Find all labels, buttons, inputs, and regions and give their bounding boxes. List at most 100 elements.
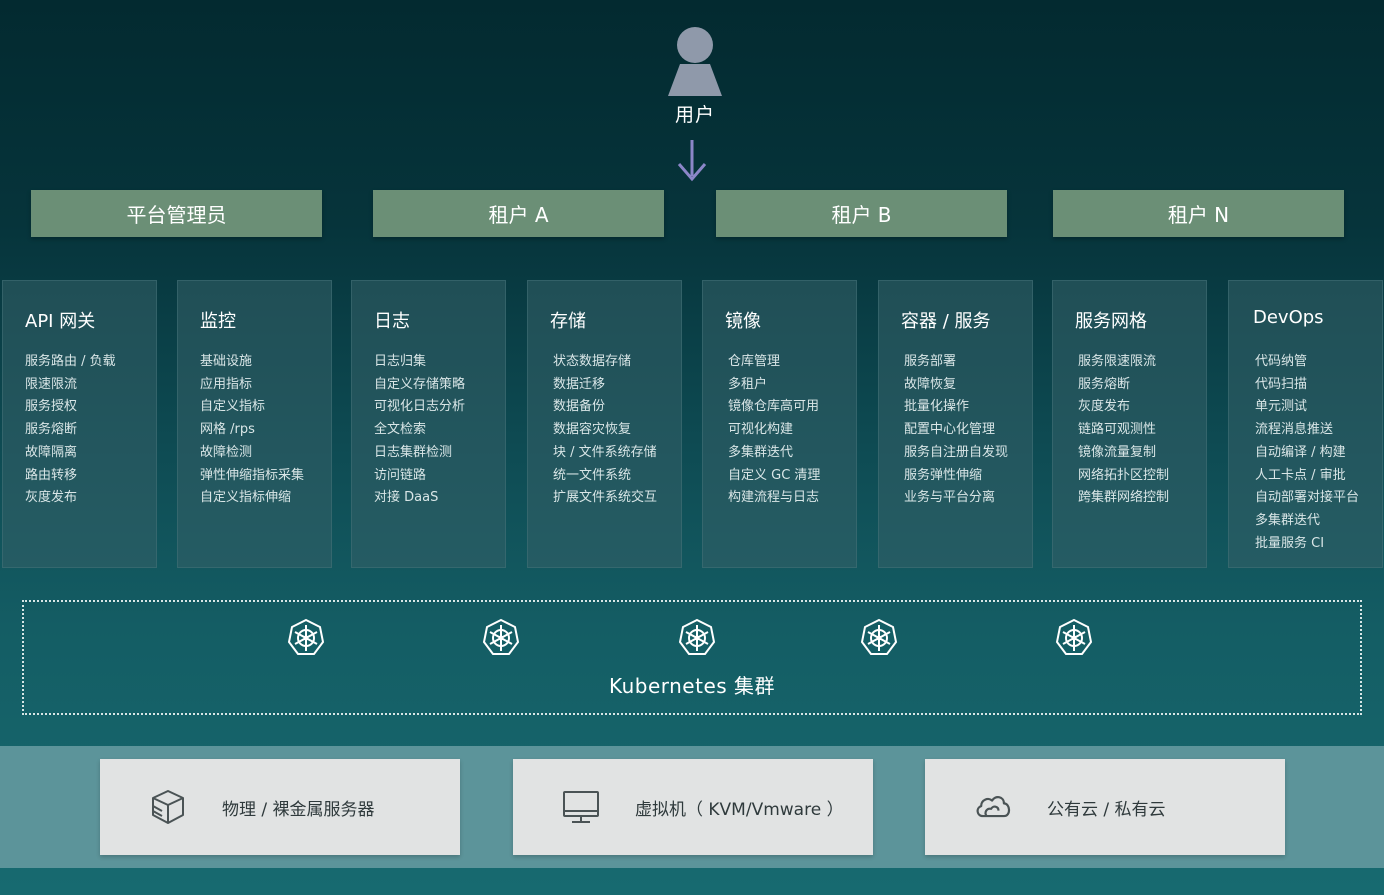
feature-item: 可视化构建 <box>728 422 794 438</box>
feature-item: 应用指标 <box>200 376 253 392</box>
feature-item: 单元测试 <box>1255 399 1308 415</box>
feature-item: 日志归集 <box>374 354 427 369</box>
feature-item: 跨集群网络控制 <box>1078 490 1170 506</box>
module-title: 镜像 <box>725 311 761 332</box>
feature-item: 服务路由 / 负载 <box>25 354 116 369</box>
kubernetes-helm-icon <box>287 618 325 655</box>
module-title: 容器 / 服务 <box>901 311 991 332</box>
feature-item: 灰度发布 <box>1078 399 1131 415</box>
feature-item: 自动部署对接平台 <box>1255 490 1360 506</box>
feature-item: 扩展文件系统交互 <box>553 490 658 506</box>
feature-item: 日志集群检测 <box>374 444 453 460</box>
feature-item: 弹性伸缩指标采集 <box>200 467 305 483</box>
module-service-mesh: 服务网格 服务限速限流 服务熔断 灰度发布 链路可观测性 镜像流量复制 网络拓扑… <box>1052 280 1207 568</box>
server-cube-icon <box>152 790 184 824</box>
kubernetes-cluster: Kubernetes 集群 <box>22 600 1362 715</box>
feature-item: 配置中心化管理 <box>904 422 996 438</box>
feature-item: 自定义 GC 清理 <box>728 467 821 483</box>
feature-item: 批量服务 CI <box>1255 535 1325 551</box>
feature-item: 限速限流 <box>25 376 78 392</box>
module-container-service: 容器 / 服务 服务部署 故障恢复 批量化操作 配置中心化管理 服务自注册自发现… <box>878 280 1033 568</box>
module-feature-list: 基础设施 应用指标 自定义指标 网格 /rps 故障检测 弹性伸缩指标采集 自定… <box>200 351 304 510</box>
feature-item: 对接 DaaS <box>374 490 439 506</box>
module-title: API 网关 <box>25 311 96 332</box>
kubernetes-helm-icon <box>860 618 898 655</box>
feature-item: 多租户 <box>728 376 768 392</box>
feature-item: 服务部署 <box>904 354 957 369</box>
module-title: 存储 <box>550 311 586 332</box>
feature-item: 构建流程与日志 <box>728 490 820 506</box>
tenant-platform-admin[interactable]: 平台管理员 <box>31 190 322 237</box>
feature-item: 服务授权 <box>25 399 78 415</box>
infrastructure-layer: 物理 / 裸金属服务器 虚拟机（ KVM/Vmware ） 公有云 / 私有云 <box>0 746 1384 868</box>
infra-virtual-machine: 虚拟机（ KVM/Vmware ） <box>513 759 873 855</box>
feature-item: 统一文件系统 <box>553 467 632 483</box>
feature-item: 服务熔断 <box>1078 376 1131 392</box>
feature-item: 业务与平台分离 <box>904 490 996 506</box>
feature-item: 基础设施 <box>200 354 253 369</box>
module-feature-list: 日志归集 自定义存储策略 可视化日志分析 全文检索 日志集群检测 访问链路 对接… <box>374 351 465 510</box>
feature-item: 块 / 文件系统存储 <box>553 444 657 460</box>
module-image-registry: 镜像 仓库管理 多租户 镜像仓库高可用 可视化构建 多集群迭代 自定义 GC 清… <box>702 280 857 568</box>
tenant-b[interactable]: 租户 B <box>716 190 1007 237</box>
feature-item: 服务熔断 <box>25 422 78 438</box>
kubernetes-helm-icon <box>482 618 520 655</box>
module-title: 日志 <box>374 311 410 332</box>
feature-item: 服务限速限流 <box>1078 354 1157 369</box>
tenant-a[interactable]: 租户 A <box>373 190 664 237</box>
kubernetes-helm-icon <box>1055 618 1093 655</box>
feature-item: 故障恢复 <box>904 376 957 392</box>
user-icon <box>668 27 722 96</box>
module-feature-list: 服务路由 / 负载 限速限流 服务授权 服务熔断 故障隔离 路由转移 灰度发布 <box>25 351 116 510</box>
feature-item: 代码纳管 <box>1255 354 1308 369</box>
feature-item: 链路可观测性 <box>1078 422 1157 438</box>
feature-item: 故障隔离 <box>25 444 78 460</box>
module-title: DevOps <box>1253 307 1324 328</box>
tenant-n[interactable]: 租户 N <box>1053 190 1344 237</box>
module-feature-list: 代码纳管 代码扫描 单元测试 流程消息推送 自动编译 / 构建 人工卡点 / 审… <box>1255 351 1359 555</box>
module-feature-list: 状态数据存储 数据迁移 数据备份 数据容灾恢复 块 / 文件系统存储 统一文件系… <box>553 351 657 510</box>
kubernetes-helm-icon <box>678 618 716 655</box>
module-title: 服务网格 <box>1075 311 1147 332</box>
feature-item: 多集群迭代 <box>1255 512 1321 528</box>
feature-item: 镜像仓库高可用 <box>728 399 820 415</box>
feature-item: 批量化操作 <box>904 399 970 415</box>
arrow-down-icon <box>677 140 707 182</box>
feature-item: 代码扫描 <box>1255 376 1308 392</box>
feature-item: 服务自注册自发现 <box>904 444 1009 460</box>
monitor-icon <box>563 791 599 823</box>
feature-item: 多集群迭代 <box>728 444 794 460</box>
feature-item: 数据容灾恢复 <box>553 422 632 438</box>
module-title: 监控 <box>200 311 236 332</box>
module-storage: 存储 状态数据存储 数据迁移 数据备份 数据容灾恢复 块 / 文件系统存储 统一… <box>527 280 682 568</box>
infra-label: 公有云 / 私有云 <box>1047 800 1166 820</box>
feature-item: 自定义存储策略 <box>374 376 466 392</box>
feature-item: 数据迁移 <box>553 376 606 392</box>
feature-item: 网格 /rps <box>200 422 255 438</box>
infra-label: 虚拟机（ KVM/Vmware ） <box>635 800 844 820</box>
feature-item: 数据备份 <box>553 399 606 415</box>
feature-item: 路由转移 <box>25 467 78 483</box>
feature-item: 服务弹性伸缩 <box>904 467 983 483</box>
cluster-label: Kubernetes 集群 <box>608 674 776 698</box>
module-api-gateway: API 网关 服务路由 / 负载 限速限流 服务授权 服务熔断 故障隔离 路由转… <box>2 280 157 568</box>
feature-item: 人工卡点 / 审批 <box>1255 467 1346 483</box>
feature-item: 仓库管理 <box>728 354 781 369</box>
feature-item: 自动编译 / 构建 <box>1255 444 1346 460</box>
module-logging: 日志 日志归集 自定义存储策略 可视化日志分析 全文检索 日志集群检测 访问链路… <box>351 280 506 568</box>
feature-item: 可视化日志分析 <box>374 399 466 415</box>
module-feature-list: 仓库管理 多租户 镜像仓库高可用 可视化构建 多集群迭代 自定义 GC 清理 构… <box>728 351 820 510</box>
module-feature-list: 服务部署 故障恢复 批量化操作 配置中心化管理 服务自注册自发现 服务弹性伸缩 … <box>904 351 1008 510</box>
feature-item: 访问链路 <box>374 467 427 483</box>
feature-item: 自定义指标伸缩 <box>200 490 292 506</box>
cloud-icon <box>976 796 1011 818</box>
user-node: 用户 <box>660 26 730 127</box>
feature-item: 网络拓扑区控制 <box>1078 467 1170 483</box>
module-devops: DevOps 代码纳管 代码扫描 单元测试 流程消息推送 自动编译 / 构建 人… <box>1228 280 1383 568</box>
user-label: 用户 <box>674 104 715 126</box>
feature-item: 灰度发布 <box>25 490 78 506</box>
module-feature-list: 服务限速限流 服务熔断 灰度发布 链路可观测性 镜像流量复制 网络拓扑区控制 跨… <box>1078 351 1169 510</box>
feature-item: 自定义指标 <box>200 399 266 415</box>
feature-item: 流程消息推送 <box>1255 422 1334 438</box>
feature-item: 全文检索 <box>374 422 427 438</box>
